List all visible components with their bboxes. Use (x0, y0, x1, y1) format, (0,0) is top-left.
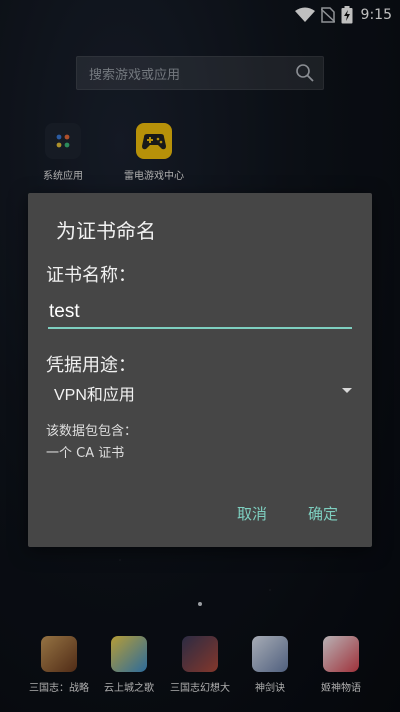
credential-usage-dropdown[interactable]: VPN和应用 (46, 375, 356, 405)
dialog-title: 为证书命名 (56, 219, 156, 243)
package-contents-label: 该数据包包含： (46, 424, 138, 439)
certificate-name-input[interactable] (48, 297, 352, 329)
credential-usage-value: VPN和应用 (54, 387, 135, 404)
package-contents-value: 一个 CA 证书 (46, 446, 125, 461)
name-certificate-dialog: 为证书命名 证书名称： 凭据用途： VPN和应用 该数据包包含： 一个 CA 证… (28, 193, 372, 547)
ok-button[interactable]: 确定 (308, 503, 338, 524)
certificate-name-label: 证书名称： (46, 265, 136, 286)
dropdown-arrow-icon (342, 388, 352, 393)
credential-usage-label: 凭据用途： (46, 355, 136, 376)
cancel-button[interactable]: 取消 (237, 503, 267, 524)
